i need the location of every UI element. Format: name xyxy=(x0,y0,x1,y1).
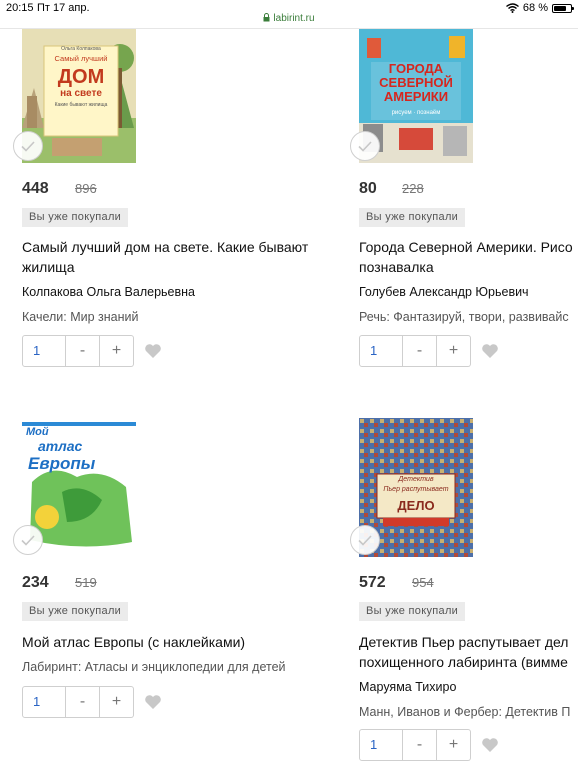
old-price: 519 xyxy=(75,575,97,590)
bought-check-icon[interactable] xyxy=(13,525,43,555)
quantity-stepper: 1 - + xyxy=(359,729,499,761)
bought-badge: Вы уже покупали xyxy=(22,208,129,227)
increase-button[interactable]: + xyxy=(100,686,134,718)
cover-title-sub: Европы xyxy=(28,454,96,473)
bought-badge: Вы уже покупали xyxy=(359,208,466,227)
cover-title-sub: на свете xyxy=(60,88,102,99)
product-title[interactable]: Мой атлас Европы (с наклейками) xyxy=(22,632,352,652)
publisher-link[interactable]: Манн, Иванов и Фербер: Детектив П xyxy=(359,705,578,719)
bought-check-icon[interactable] xyxy=(13,131,43,161)
quantity-input[interactable]: 1 xyxy=(359,335,403,367)
decrease-button[interactable]: - xyxy=(66,335,100,367)
cover-title-top: Детектив xyxy=(398,476,434,483)
decrease-button[interactable]: - xyxy=(403,335,437,367)
cover-title-sub: ДЕЛО xyxy=(397,498,435,513)
publisher-link[interactable]: Речь: Фантазируй, твори, развивайс xyxy=(359,310,578,324)
heart-icon[interactable] xyxy=(144,694,162,710)
url-text: labirint.ru xyxy=(273,13,315,24)
battery-percent: 68 % xyxy=(522,2,548,14)
title-line-1[interactable]: Мой атлас Европы (с наклейками) xyxy=(22,632,352,652)
price: 80 xyxy=(359,180,377,197)
lock-icon xyxy=(263,13,270,22)
title-line-1[interactable]: Самый лучший дом на свете. Какие бывают xyxy=(22,237,352,257)
author-link[interactable]: Колпакова Ольга Валерьевна xyxy=(22,285,195,299)
status-indicators: 68 % xyxy=(505,2,574,14)
heart-icon[interactable] xyxy=(481,343,499,359)
quantity-stepper: 1 - + xyxy=(359,335,499,367)
battery-icon xyxy=(552,3,574,13)
cover-title-top: Самый лучший xyxy=(54,54,108,63)
old-price: 954 xyxy=(412,575,434,590)
title-line-2[interactable]: познавалка xyxy=(359,257,578,277)
price: 572 xyxy=(359,574,386,591)
quantity-stepper: 1 - + xyxy=(22,335,162,367)
increase-button[interactable]: + xyxy=(437,335,471,367)
product-title[interactable]: Самый лучший дом на свете. Какие бывают … xyxy=(22,237,352,277)
cover-title-main: Пьер распутывает xyxy=(383,486,449,493)
quantity-input[interactable]: 1 xyxy=(22,686,66,718)
author-link[interactable]: Маруяма Тихиро xyxy=(359,680,456,694)
cover-title-main: ДОМ xyxy=(57,66,105,88)
cover-title-main: ГОРОДА СЕВЕРНОЙ АМЕРИКИ xyxy=(379,61,453,104)
publisher-link[interactable]: Качели: Мир знаний xyxy=(22,310,139,324)
author-link[interactable]: Голубев Александр Юрьевич xyxy=(359,285,529,299)
decrease-button[interactable]: - xyxy=(403,729,437,761)
bought-check-icon[interactable] xyxy=(350,131,380,161)
product-title[interactable]: Детектив Пьер распутывает дел похищенног… xyxy=(359,632,578,672)
title-line-1[interactable]: Детектив Пьер распутывает дел xyxy=(359,632,578,652)
bought-badge: Вы уже покупали xyxy=(359,602,466,621)
increase-button[interactable]: + xyxy=(437,729,471,761)
cover-title-top: Мой xyxy=(26,426,49,438)
cover-title-sub: рисуем · познаём xyxy=(391,110,441,116)
title-line-2[interactable]: жилища xyxy=(22,257,352,277)
cover-title-foot: Какие бывают жилища xyxy=(54,102,108,108)
heart-icon[interactable] xyxy=(481,737,499,753)
cover-author: Ольга Колпакова xyxy=(61,46,101,52)
quantity-input[interactable]: 1 xyxy=(359,729,403,761)
quantity-input[interactable]: 1 xyxy=(22,335,66,367)
old-price: 228 xyxy=(402,181,424,196)
bought-check-icon[interactable] xyxy=(350,525,380,555)
title-line-2[interactable]: похищенного лабиринта (вимме xyxy=(359,652,578,672)
quantity-stepper: 1 - + xyxy=(22,686,162,718)
increase-button[interactable]: + xyxy=(100,335,134,367)
address-bar[interactable]: labirint.ru xyxy=(0,13,578,24)
bought-badge: Вы уже покупали xyxy=(22,602,129,621)
old-price: 896 xyxy=(75,181,97,196)
status-bar: 20:15 Пт 17 апр. labirint.ru 68 % xyxy=(0,0,578,29)
price: 234 xyxy=(22,574,49,591)
wifi-icon xyxy=(505,3,519,13)
product-title[interactable]: Города Северной Америки. Рисо познавалка xyxy=(359,237,578,277)
title-line-1[interactable]: Города Северной Америки. Рисо xyxy=(359,237,578,257)
heart-icon[interactable] xyxy=(144,343,162,359)
cover-title-main: атлас xyxy=(38,438,83,454)
publisher-link[interactable]: Лабиринт: Атласы и энциклопедии для дете… xyxy=(22,660,286,674)
decrease-button[interactable]: - xyxy=(66,686,100,718)
price: 448 xyxy=(22,180,49,197)
